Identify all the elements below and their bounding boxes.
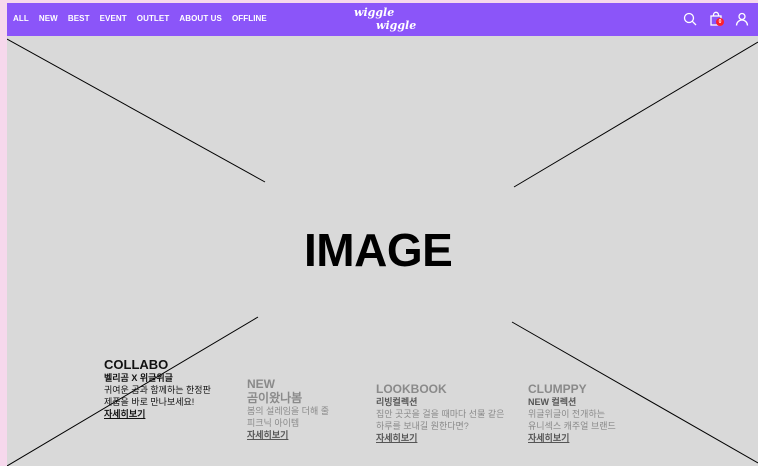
search-icon[interactable] — [682, 11, 698, 27]
menu-item-all[interactable]: ALL — [13, 14, 29, 23]
section-new: NEW 곰이왔나봄 봄의 설레임을 더해 줄 피크닉 아이템 자세히보기 — [247, 377, 329, 441]
section-description-line-1: 봄의 설레임을 더해 줄 — [247, 406, 330, 416]
shopping-bag-icon[interactable]: 0 — [708, 11, 724, 27]
section-description-line-1: 귀여운 곰과 함께하는 한정판 — [104, 385, 211, 395]
section-title: CLUMPPY — [528, 382, 587, 396]
menu-item-event[interactable]: EVENT — [100, 14, 127, 23]
brand-logo[interactable]: wiggle wiggle — [354, 4, 424, 35]
section-subtitle: 벨리곰 X 위글위글 — [104, 373, 173, 383]
section-description-line-1: 집안 곳곳을 걸을 때마다 선물 같은 — [376, 409, 505, 419]
user-icon[interactable] — [734, 11, 750, 27]
section-more-link[interactable]: 자세히보기 — [528, 432, 616, 444]
section-subtitle: 리빙컬렉션 — [376, 397, 418, 407]
section-description-line-2: 제품을 바로 만나보세요! — [104, 397, 195, 407]
menu-item-best[interactable]: BEST — [68, 14, 90, 23]
menu-item-new[interactable]: NEW — [39, 14, 58, 23]
section-description-line-1: 위글위글이 전개하는 — [528, 409, 606, 419]
section-lookbook: LOOKBOOK 리빙컬렉션 집안 곳곳을 걸을 때마다 선물 같은 하루를 보… — [376, 382, 504, 444]
menu-item-offline[interactable]: OFFLINE — [232, 14, 267, 23]
section-more-link[interactable]: 자세히보기 — [247, 429, 329, 441]
logo-line-2: wiggle — [376, 19, 417, 32]
section-title: NEW — [247, 377, 275, 391]
hero-image-placeholder-label: IMAGE — [304, 224, 453, 276]
menu-item-about-us[interactable]: ABOUT US — [179, 14, 222, 23]
logo-line-1: wiggle — [354, 6, 395, 19]
page-frame: IMAGE ALL NEW BEST EVENT OUTLET ABOUT US… — [7, 3, 758, 466]
main-menu: ALL NEW BEST EVENT OUTLET ABOUT US OFFLI… — [13, 14, 277, 23]
section-collabo: COLLABO 벨리곰 X 위글위글 귀여운 곰과 함께하는 한정판 제품을 바… — [104, 358, 211, 420]
section-description-line-2: 하루를 보내길 원한다면? — [376, 421, 469, 431]
section-description-line-2: 피크닉 아이템 — [247, 418, 300, 428]
cart-count-badge: 0 — [716, 18, 724, 26]
section-title: LOOKBOOK — [376, 382, 447, 396]
top-navigation-bar: ALL NEW BEST EVENT OUTLET ABOUT US OFFLI… — [7, 3, 758, 36]
section-subtitle: NEW 컬렉션 — [528, 397, 577, 407]
section-description-line-2: 유니섹스 캐주얼 브랜드 — [528, 421, 616, 431]
section-more-link[interactable]: 자세히보기 — [376, 432, 504, 444]
section-clumppy: CLUMPPY NEW 컬렉션 위글위글이 전개하는 유니섹스 캐주얼 브랜드 … — [528, 382, 616, 444]
menu-item-outlet[interactable]: OUTLET — [137, 14, 170, 23]
section-more-link[interactable]: 자세히보기 — [104, 408, 211, 420]
section-title: COLLABO — [104, 357, 169, 372]
header-icons: 0 — [682, 11, 750, 27]
section-subtitle: 곰이왔나봄 — [247, 391, 303, 405]
